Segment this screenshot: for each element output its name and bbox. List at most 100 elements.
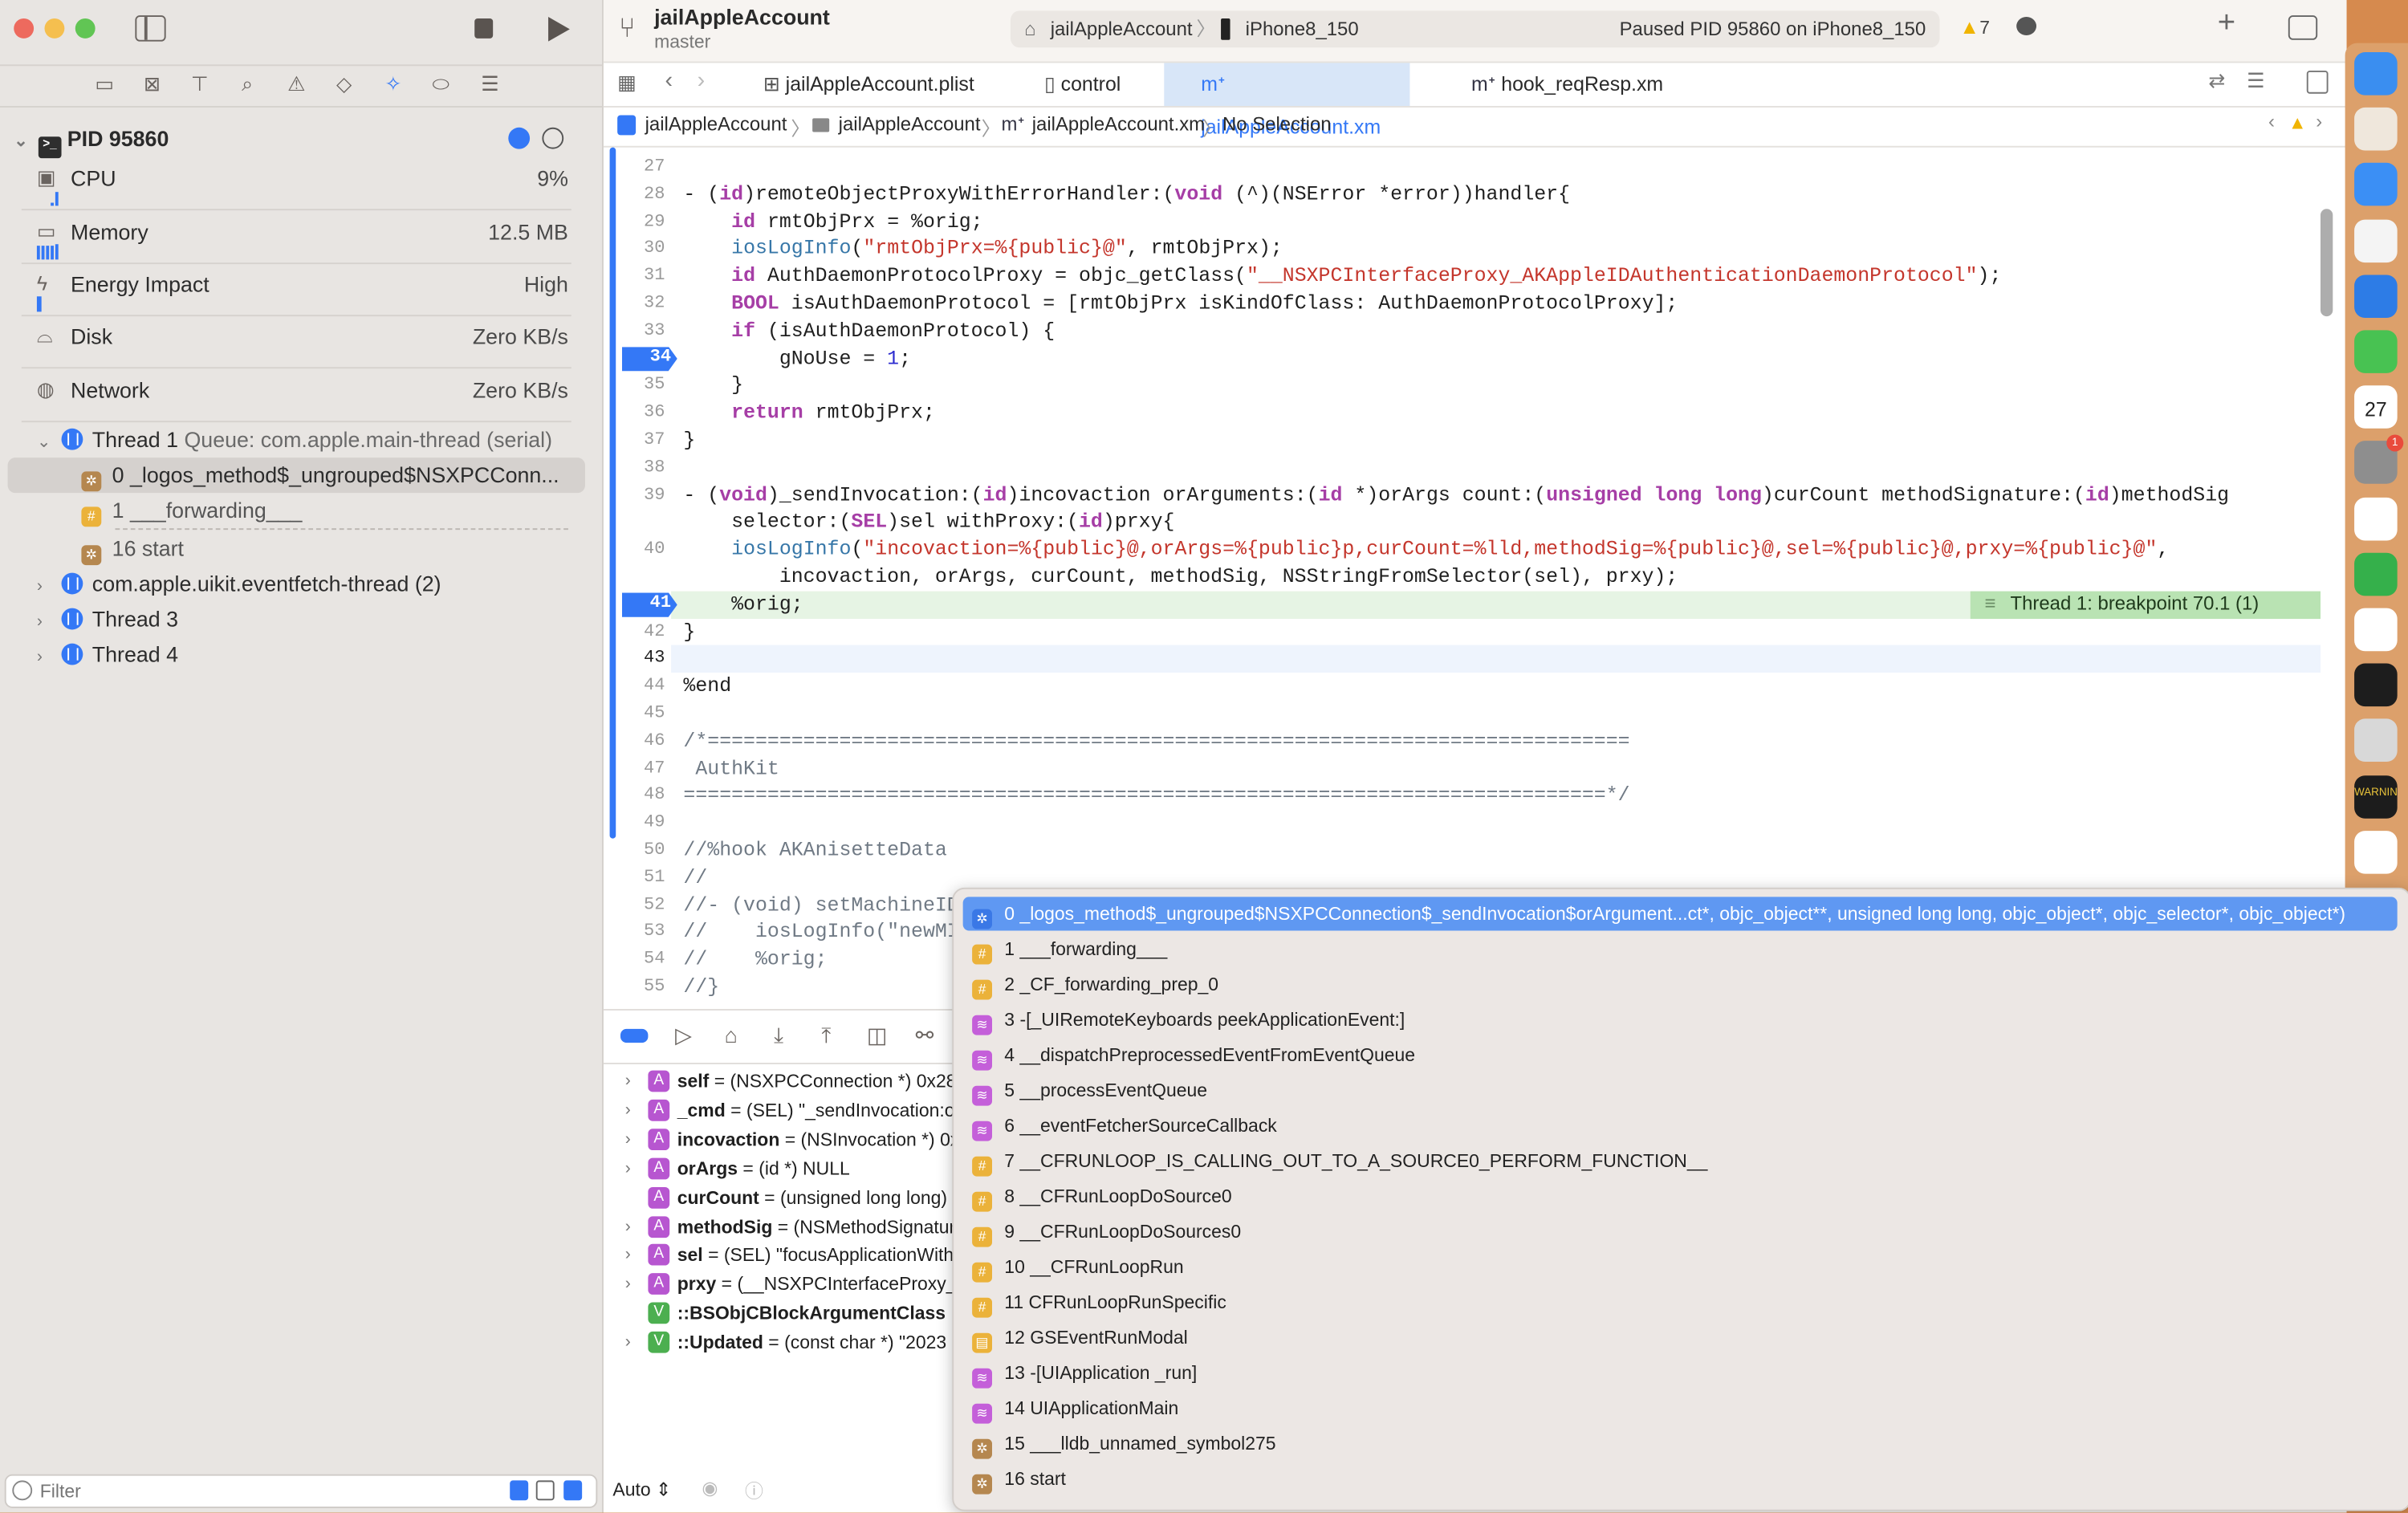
- process-row[interactable]: ⌄ >_ PID 95860: [14, 126, 582, 159]
- step-over-icon[interactable]: ⌂: [718, 1023, 745, 1050]
- line-number[interactable]: 32: [604, 293, 665, 313]
- dock-app-calendar[interactable]: 27: [2354, 385, 2398, 429]
- stack-frame-item[interactable]: ▤ 12 GSEventRunModal: [963, 1320, 2398, 1354]
- sidebar-toggle-icon[interactable]: [135, 15, 166, 42]
- line-number[interactable]: 50: [604, 840, 665, 860]
- stack-frame-item[interactable]: ≋ 4 __dispatchPreprocessedEventFromEventQ…: [963, 1038, 2398, 1072]
- dock-app-photos[interactable]: [2354, 218, 2398, 262]
- variable-row[interactable]: › Aself = (NSXPCConnection *) 0x28: [604, 1068, 957, 1096]
- zoom-window-button[interactable]: [75, 18, 96, 39]
- line-number[interactable]: 31: [604, 266, 665, 286]
- line-number[interactable]: 54: [604, 950, 665, 970]
- dock-app-launchpad[interactable]: [2354, 108, 2398, 151]
- jump-project[interactable]: jailAppleAccount: [645, 114, 787, 136]
- line-number[interactable]: 36: [604, 403, 665, 423]
- stack-frame-item[interactable]: #11 CFRunLoopRunSpecific: [963, 1285, 2398, 1319]
- line-number[interactable]: 45: [604, 703, 665, 723]
- dock-app-evernote[interactable]: [2354, 552, 2398, 596]
- tab-jailappleaccount-xm[interactable]: mᐩ jailAppleAccount.xm: [1164, 63, 1410, 138]
- line-number[interactable]: 30: [604, 238, 665, 258]
- search-icon[interactable]: ⌕: [235, 72, 260, 97]
- gauge-energy[interactable]: ϟ Energy Impact High: [21, 262, 571, 317]
- breakpoints-toggle[interactable]: [620, 1028, 649, 1043]
- stack-frame-item[interactable]: #10 __CFRunLoopRun: [963, 1250, 2398, 1283]
- dock-app-wechat[interactable]: [2354, 330, 2398, 373]
- cloud-icon[interactable]: [2016, 17, 2037, 36]
- stack-frame-item[interactable]: ≋ 13 -[UIApplication _run]: [963, 1356, 2398, 1389]
- variable-row[interactable]: › Aprxy = (__NSXPCInterfaceProxy__U: [604, 1271, 957, 1299]
- stack-frame-item[interactable]: #1 ___forwarding___: [963, 932, 2398, 966]
- info-icon[interactable]: ⓘ: [745, 1478, 763, 1504]
- chevron-right-icon[interactable]: ›: [37, 605, 55, 641]
- line-number[interactable]: 55: [604, 977, 665, 997]
- breakpoint-tag-icon[interactable]: ⬭: [429, 72, 454, 97]
- chevron-right-icon[interactable]: ›: [625, 1068, 631, 1096]
- stack-frame-item[interactable]: ≋ 6 __eventFetcherSourceCallback: [963, 1108, 2398, 1142]
- variable-row[interactable]: › V::Updated = (const char *) "2023: [604, 1328, 957, 1357]
- variable-row[interactable]: AcurCount = (unsigned long long) 0: [604, 1183, 957, 1212]
- chevron-right-icon[interactable]: ›: [625, 1328, 631, 1357]
- dock-app-microsoft-edge[interactable]: [2354, 497, 2398, 540]
- line-number[interactable]: 52: [604, 895, 665, 915]
- jump-group[interactable]: jailAppleAccount: [839, 114, 981, 136]
- filter-option-icon[interactable]: [510, 1480, 529, 1501]
- chevron-down-icon[interactable]: ⌄: [14, 131, 32, 151]
- thread-row[interactable]: ⌄ Thread 1 Queue: com.apple.main-thread (…: [37, 422, 575, 458]
- stack-frame-item[interactable]: #7 __CFRUNLOOP_IS_CALLING_OUT_TO_A_SOURC…: [963, 1144, 2398, 1177]
- line-number[interactable]: 29: [604, 211, 665, 231]
- variable-row[interactable]: › A _cmd = (SEL) "_sendInvocation:o: [604, 1096, 957, 1125]
- frame-row-selected[interactable]: ✲ 0 _logos_method$_ungrouped$NSXPCConn...: [7, 458, 585, 494]
- dock-app-console[interactable]: WARNIN: [2354, 775, 2398, 819]
- source-control-icon[interactable]: ⊠: [140, 72, 165, 97]
- stack-frame-item[interactable]: ≋ 3 -[_UIRemoteKeyboards peekApplicationE…: [963, 1003, 2398, 1036]
- stack-frame-item[interactable]: #9 __CFRunLoopDoSources0: [963, 1214, 2398, 1248]
- line-number[interactable]: 44: [604, 676, 665, 696]
- back-icon[interactable]: ‹: [665, 67, 673, 94]
- line-number[interactable]: 42: [604, 621, 665, 641]
- debug-spray-icon[interactable]: ✧: [380, 72, 405, 97]
- jump-file[interactable]: jailAppleAccount.xm: [1032, 114, 1205, 136]
- dock-app-system-settings[interactable]: 1: [2354, 435, 2404, 485]
- prev-issue-icon[interactable]: ‹: [2268, 111, 2275, 132]
- dock-app-finder[interactable]: [2354, 52, 2398, 96]
- variables-mode-select[interactable]: Auto ⇕: [612, 1479, 671, 1501]
- tab-plist[interactable]: ⊞ jailAppleAccount.plist: [751, 63, 1009, 106]
- filter-input[interactable]: [36, 1477, 489, 1506]
- breakpoint-marker[interactable]: 41: [621, 592, 677, 617]
- stack-frame-item[interactable]: ✲ 15 ___lldb_unnamed_symbol275: [963, 1426, 2398, 1460]
- warning-count[interactable]: 7: [1979, 17, 1990, 39]
- line-number[interactable]: 28: [604, 184, 665, 204]
- warning-icon[interactable]: ⚠: [284, 72, 309, 97]
- view-hierarchy-icon[interactable]: ◫: [863, 1023, 890, 1050]
- thread-row[interactable]: › com.apple.uikit.eventfetch-thread (2): [37, 567, 575, 602]
- activity-view[interactable]: ⌂ jailAppleAccount 〉 iPhone8_150 Paused …: [1010, 10, 1940, 48]
- chevron-right-icon[interactable]: ›: [625, 1154, 631, 1183]
- breakpoint-marker[interactable]: 34: [621, 346, 677, 372]
- stack-frame-item[interactable]: ✲ 16 start: [963, 1462, 2398, 1495]
- gauge-disk[interactable]: ⌓ Disk Zero KB/s: [21, 315, 571, 369]
- step-out-icon[interactable]: ⤒: [812, 1023, 840, 1050]
- symbol-hierarchy-icon[interactable]: ⊤: [187, 72, 212, 97]
- stack-frame-item[interactable]: #2 _CF_forwarding_prep_0: [963, 967, 2398, 1001]
- tab-hook-reqresp[interactable]: mᐩ hook_reqResp.xm: [1459, 63, 1717, 106]
- variable-row[interactable]: › AmethodSig = (NSMethodSignature: [604, 1213, 957, 1242]
- report-icon[interactable]: ☰: [478, 72, 502, 97]
- folder-icon[interactable]: ▭: [92, 72, 117, 97]
- test-icon[interactable]: ◇: [332, 72, 356, 97]
- play-icon[interactable]: [548, 17, 570, 42]
- stack-frame-item[interactable]: #8 __CFRunLoopDoSource0: [963, 1179, 2398, 1213]
- close-window-button[interactable]: [14, 18, 35, 39]
- chevron-right-icon[interactable]: ›: [625, 1125, 631, 1154]
- chevron-down-icon[interactable]: ⌄: [37, 425, 55, 461]
- step-into-icon[interactable]: ⤓: [765, 1023, 792, 1050]
- filter-field[interactable]: [4, 1474, 598, 1508]
- dock-app-xcode[interactable]: [2354, 275, 2398, 318]
- warning-icon[interactable]: ▲: [1959, 15, 1979, 39]
- next-issue-icon[interactable]: ›: [2316, 111, 2322, 132]
- jump-selection[interactable]: No Selection: [1222, 114, 1332, 136]
- scheme-selector[interactable]: jailAppleAccount: [1051, 10, 1193, 47]
- thread-view-icon[interactable]: [542, 127, 564, 149]
- dock-app-visual-studio-code[interactable]: [2354, 608, 2398, 652]
- chevron-right-icon[interactable]: ›: [625, 1213, 631, 1242]
- warning-icon[interactable]: ▲: [2288, 112, 2307, 134]
